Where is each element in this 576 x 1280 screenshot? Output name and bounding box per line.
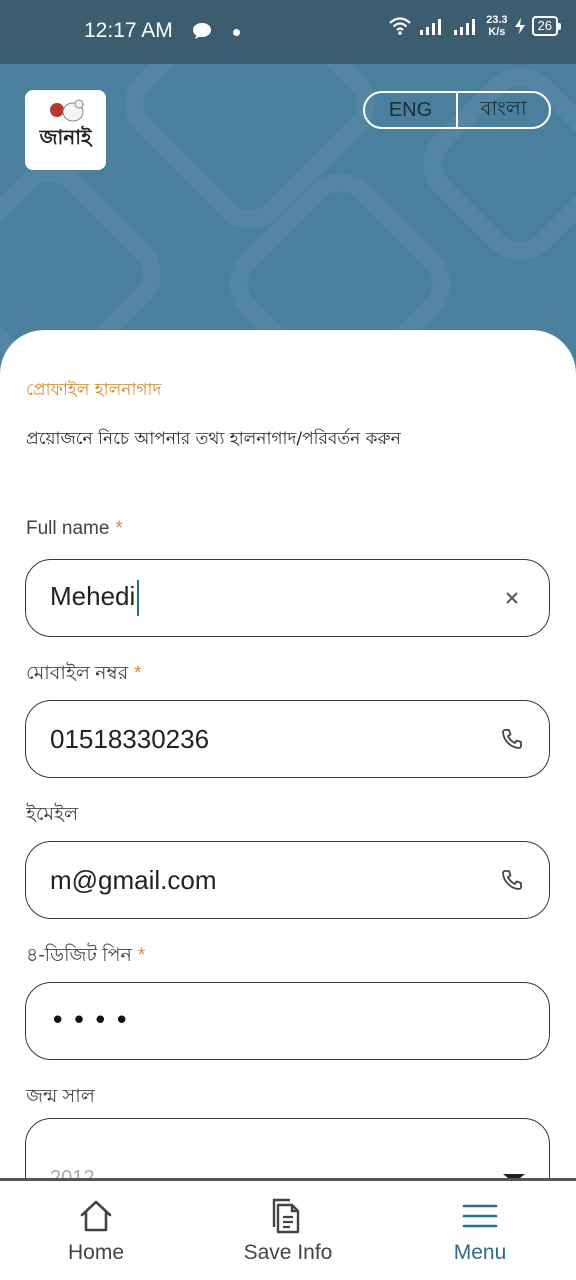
birth-year-label-text: জন্ম সাল <box>26 1086 95 1107</box>
birth-year-label: জন্ম সাল <box>26 1082 95 1114</box>
section-title: প্রোফাইল হালনাগাদ <box>26 380 162 400</box>
bottom-navigation: Home Save Info Menu <box>0 1178 576 1280</box>
home-icon <box>80 1200 112 1232</box>
email-label-text: ইমেইল <box>26 804 79 825</box>
signal-icon-2 <box>454 19 476 35</box>
phone-icon <box>499 726 525 752</box>
lang-english-button[interactable]: ENG <box>365 93 458 127</box>
pin-label: ৪-ডিজিট পিন * <box>26 941 145 973</box>
lang-bangla-button[interactable]: বাংলা <box>458 93 549 127</box>
mobile-value: 01518330236 <box>50 723 210 754</box>
mobile-label-text: মোবাইল নম্বর <box>26 663 129 684</box>
nav-home-label: Home <box>67 1241 125 1264</box>
email-value: m@gmail.com <box>50 864 217 895</box>
app-logo: জানাই <box>25 90 106 170</box>
notification-dot <box>233 29 240 36</box>
birth-year-select[interactable]: 2012 <box>25 1118 550 1180</box>
close-icon[interactable] <box>499 585 525 611</box>
required-mark: * <box>134 663 142 684</box>
charging-icon <box>514 18 525 34</box>
network-speed: 23.3 K/s <box>486 14 507 38</box>
nav-save-info[interactable]: Save Info <box>192 1181 384 1280</box>
full-name-input[interactable]: Mehedi <box>25 559 550 637</box>
mobile-input[interactable]: 01518330236 <box>25 700 550 778</box>
email-label: ইমেইল <box>26 800 78 832</box>
mobile-label: মোবাইল নম্বর * <box>26 659 142 691</box>
email-input[interactable]: m@gmail.com <box>25 841 550 919</box>
required-mark: * <box>115 518 123 539</box>
pin-label-text: ৪-ডিজিট পিন <box>26 945 132 966</box>
nav-home[interactable]: Home <box>0 1181 192 1280</box>
full-name-label-text: Full name <box>26 518 110 539</box>
phone-icon <box>499 867 525 893</box>
speed-unit: K/s <box>488 26 506 38</box>
section-subtitle: প্রয়োজনে নিচে আপনার তথ্য হালনাগাদ/পরিবর… <box>26 429 401 449</box>
signal-icon <box>420 19 442 35</box>
text-cursor <box>137 580 140 616</box>
document-icon <box>272 1198 300 1234</box>
language-toggle: ENG বাংলা <box>363 91 551 129</box>
speed-value: 23.3 <box>486 14 508 26</box>
nav-menu-label: Menu <box>453 1241 507 1264</box>
wifi-icon <box>389 17 411 35</box>
duck-hen-icon <box>50 99 85 122</box>
full-name-value: Mehedi <box>50 580 499 616</box>
status-bar: 12:17 AM 23.3 K/s 26 <box>0 0 576 64</box>
chat-bubble-icon <box>193 23 211 39</box>
nav-save-info-label: Save Info <box>243 1241 333 1264</box>
full-name-label: Full name * <box>26 518 123 540</box>
required-mark: * <box>137 945 146 966</box>
status-time: 12:17 AM <box>84 19 173 42</box>
logo-text: জানাই <box>39 124 92 149</box>
status-indicators: 23.3 K/s 26 <box>388 14 562 38</box>
pin-value: •••• <box>50 1006 136 1036</box>
battery-level: 26 <box>531 16 562 36</box>
menu-icon <box>462 1204 498 1228</box>
nav-menu[interactable]: Menu <box>384 1181 576 1280</box>
full-name-text: Mehedi <box>50 580 136 611</box>
pin-input[interactable]: •••• <box>25 982 550 1060</box>
profile-form-card: প্রোফাইল হালনাগাদ প্রয়োজনে নিচে আপনার ত… <box>0 330 576 1180</box>
